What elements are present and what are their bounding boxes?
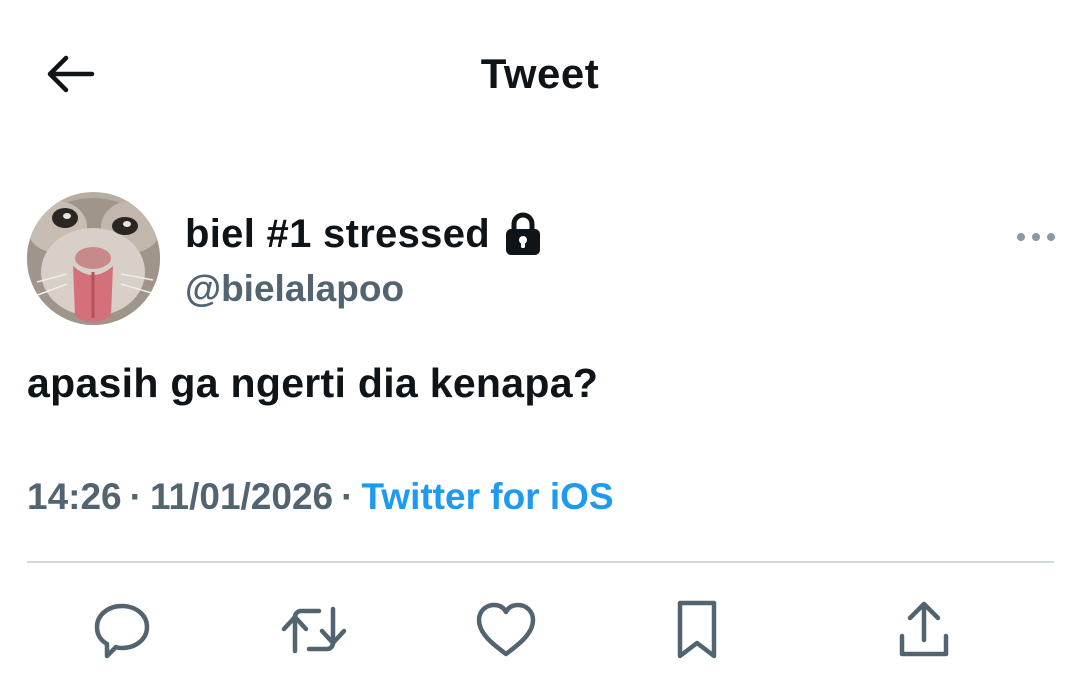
bookmark-icon bbox=[677, 600, 717, 659]
share-icon bbox=[899, 601, 949, 657]
reply-icon bbox=[94, 603, 150, 659]
meta-separator: · bbox=[341, 476, 354, 517]
divider bbox=[27, 561, 1054, 563]
display-name: biel #1 stressed bbox=[185, 211, 490, 256]
lock-icon bbox=[504, 212, 542, 256]
reply-button[interactable] bbox=[87, 595, 157, 665]
page-title: Tweet bbox=[480, 50, 600, 97]
more-options-button[interactable] bbox=[1010, 220, 1062, 254]
share-button[interactable] bbox=[889, 595, 959, 665]
tweet-meta: 14:26 · 11/01/2026 · Twitter for iOS bbox=[27, 476, 614, 518]
tweet-source-link[interactable]: Twitter for iOS bbox=[361, 476, 613, 517]
retweet-button[interactable] bbox=[279, 595, 349, 665]
retweet-icon bbox=[281, 606, 347, 654]
author-handle[interactable]: @bielalapoo bbox=[185, 268, 404, 310]
tweet-detail-page: Tweet biel #1 stressed @bielalapoo apasi… bbox=[0, 0, 1080, 695]
cat-avatar-image bbox=[27, 192, 160, 325]
more-dots-icon bbox=[1017, 233, 1055, 241]
bookmark-button[interactable] bbox=[662, 595, 732, 665]
heart-icon bbox=[476, 602, 536, 657]
like-button[interactable] bbox=[471, 595, 541, 665]
tweet-time: 14:26 bbox=[27, 476, 122, 517]
tweet-date: 11/01/2026 bbox=[149, 476, 334, 517]
meta-separator: · bbox=[129, 476, 142, 517]
author-name-row[interactable]: biel #1 stressed bbox=[185, 208, 542, 260]
tweet-text: apasih ga ngerti dia kenapa? bbox=[27, 360, 599, 406]
avatar[interactable] bbox=[27, 192, 160, 325]
